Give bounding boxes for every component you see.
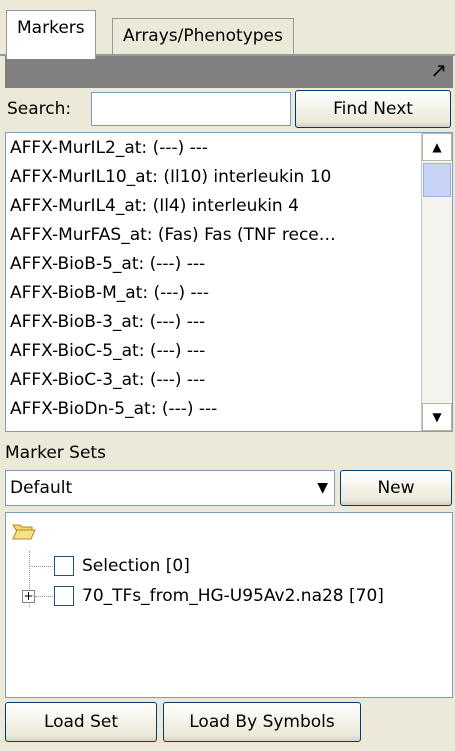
tree-node-70-tfs[interactable]: 70_TFs_from_HG-U95Av2.na28 [70] [54, 581, 384, 611]
load-set-button[interactable]: Load Set [5, 702, 157, 742]
expand-plus-icon[interactable]: + [22, 590, 35, 603]
list-item[interactable]: AFFX-BioC-3_at: (---) --- [10, 365, 205, 395]
list-item[interactable]: AFFX-BioDn-5_at: (---) --- [10, 394, 217, 424]
list-item[interactable]: AFFX-MurIL10_at: (Il10) interleukin 10 [10, 162, 331, 192]
marker-set-tree: Selection [0] + 70_TFs_from_HG-U95Av2.na… [5, 512, 453, 698]
tree-connector [35, 596, 53, 597]
tree-node-label: Selection [0] [82, 556, 190, 576]
marker-list[interactable]: AFFX-MurIL2_at: (---) --- AFFX-MurIL10_a… [5, 132, 453, 432]
list-item[interactable]: AFFX-BioB-M_at: (---) --- [10, 278, 209, 308]
tree-node-selection[interactable]: Selection [0] [54, 551, 190, 581]
tab-bar: Markers Arrays/Phenotypes [0, 0, 455, 59]
tree-connector [29, 566, 53, 567]
list-item[interactable]: AFFX-BioC-5_at: (---) --- [10, 336, 205, 366]
tree-node-label: 70_TFs_from_HG-U95Av2.na28 [70] [82, 586, 384, 606]
list-item[interactable]: AFFX-BioB-5_at: (---) --- [10, 249, 205, 279]
tab-markers[interactable]: Markers [6, 10, 96, 59]
new-set-button[interactable]: New [340, 470, 452, 506]
tab-arrays-phenotypes[interactable]: Arrays/Phenotypes [112, 18, 294, 55]
checkbox[interactable] [54, 556, 74, 576]
list-item[interactable]: AFFX-MurFAS_at: (Fas) Fas (TNF rece… [10, 220, 336, 250]
panel-title-strip: ↗ [5, 56, 453, 88]
open-folder-icon[interactable] [12, 521, 36, 541]
scroll-thumb[interactable] [423, 163, 451, 197]
list-item[interactable]: AFFX-MurIL4_at: (Il4) interleukin 4 [10, 191, 299, 221]
list-item[interactable]: AFFX-MurIL2_at: (---) --- [10, 133, 208, 163]
maximize-arrow-icon[interactable]: ↗ [430, 58, 447, 82]
load-by-symbols-button[interactable]: Load By Symbols [163, 702, 361, 742]
list-item[interactable]: AFFX-BioB-3_at: (---) --- [10, 307, 205, 337]
marker-set-dropdown[interactable]: Default ▼ [5, 470, 335, 506]
search-input[interactable] [91, 92, 291, 126]
vertical-scrollbar[interactable]: ▲ ▼ [421, 133, 452, 431]
search-row: Search: Find Next [5, 88, 453, 130]
dropdown-selected-value: Default [10, 478, 73, 498]
marker-sets-label: Marker Sets [5, 443, 106, 463]
search-label: Search: [7, 99, 72, 119]
scroll-down-icon[interactable]: ▼ [422, 403, 452, 431]
chevron-down-icon[interactable]: ▼ [317, 471, 328, 505]
scroll-up-icon[interactable]: ▲ [422, 133, 452, 161]
bottom-button-bar: Load Set Load By Symbols [5, 700, 453, 744]
checkbox[interactable] [54, 586, 74, 606]
find-next-button[interactable]: Find Next [295, 90, 451, 128]
